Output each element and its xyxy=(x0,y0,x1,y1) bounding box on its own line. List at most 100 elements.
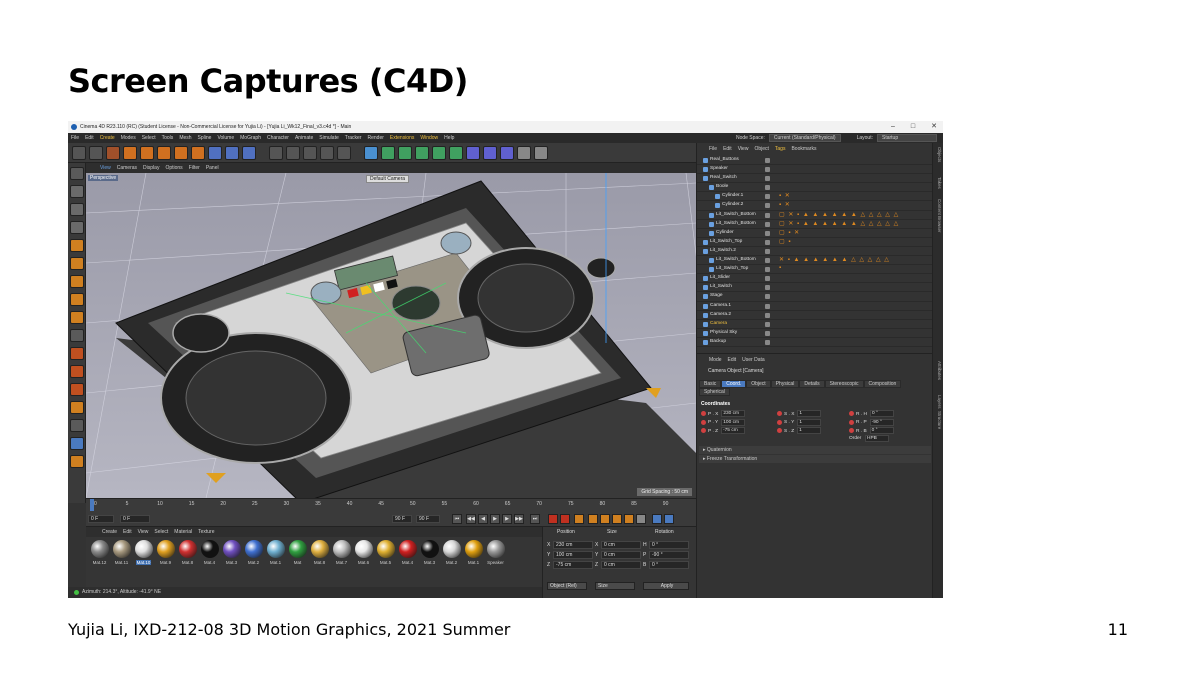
toolbar-tool-icon[interactable] xyxy=(534,146,548,160)
toolbar-tool-icon[interactable] xyxy=(364,146,378,160)
toolbar-tool-icon[interactable] xyxy=(191,146,205,160)
object-row[interactable]: Real_Switch xyxy=(697,174,933,184)
side-tab-attributes[interactable]: Attributes xyxy=(936,361,942,380)
object-row[interactable]: Lit_Slider xyxy=(697,274,933,284)
toolbar-tool-icon[interactable] xyxy=(466,146,480,160)
object-row[interactable]: Lit_Switch_Bottom ▢ ✕ ▪ ▲ ▲ ▲ ▲ ▲ ▲ △ △ △… xyxy=(697,211,933,220)
material-swatch[interactable]: Mat xyxy=(287,540,308,565)
material-preview[interactable] xyxy=(376,540,395,558)
material-menu-material[interactable]: Material xyxy=(174,529,192,535)
material-preview[interactable] xyxy=(156,540,175,558)
next-key-icon[interactable]: ▶▶ xyxy=(514,514,524,524)
visibility-toggle-icon[interactable] xyxy=(765,330,770,336)
autokey-icon[interactable] xyxy=(560,514,570,524)
tab-physical[interactable]: Physical xyxy=(770,380,800,388)
object-tags[interactable]: ▢ ▪ ✕ xyxy=(779,229,800,236)
object-menu-file[interactable]: File xyxy=(709,146,717,154)
mode-tool-icon[interactable] xyxy=(70,347,84,360)
keyframe-dot-icon[interactable] xyxy=(701,428,706,433)
visibility-toggle-icon[interactable] xyxy=(765,285,770,291)
visibility-toggle-icon[interactable] xyxy=(765,276,770,282)
toolbar-tool-icon[interactable] xyxy=(320,146,334,160)
object-tags[interactable]: ▢ ✕ ▪ ▲ ▲ ▲ ▲ ▲ ▲ △ △ △ △ △ xyxy=(779,211,899,218)
viewport-camera-select[interactable]: Default Camera xyxy=(366,175,410,183)
object-tags[interactable]: ▪ xyxy=(779,265,782,271)
menu-simulate[interactable]: Simulate xyxy=(319,135,338,141)
timeline-ruler[interactable]: 0 5 10 15 20 25 30 35 40 45 50 55 60 65 70 75 80 85 90 xyxy=(86,499,696,511)
menu-animate[interactable]: Animate xyxy=(295,135,313,141)
material-preview[interactable] xyxy=(486,540,505,558)
attribute-p-field[interactable]: 230 cm xyxy=(721,410,746,417)
object-name[interactable]: Stage xyxy=(710,293,723,298)
visibility-toggle-icon[interactable] xyxy=(765,230,770,236)
toolbar-tool-icon[interactable] xyxy=(106,146,120,160)
visibility-toggle-icon[interactable] xyxy=(765,248,770,254)
object-name[interactable]: Real_Switch xyxy=(710,175,737,180)
material-swatch[interactable]: Mat.2 xyxy=(243,540,264,565)
keyframe-dot-icon[interactable] xyxy=(701,419,706,425)
timeline-end2-field[interactable]: 90 F xyxy=(416,515,440,523)
attribute-s-field[interactable]: 1 xyxy=(797,418,822,426)
toolbar-tool-icon[interactable] xyxy=(157,146,171,160)
material-preview[interactable] xyxy=(90,540,109,558)
timeline-playhead[interactable] xyxy=(90,499,94,511)
layout-select[interactable]: Startup xyxy=(877,134,937,142)
visibility-toggle-icon[interactable] xyxy=(765,312,770,318)
tab-stereoscopic[interactable]: Stereoscopic xyxy=(824,380,864,388)
object-row[interactable]: Camera.1 xyxy=(697,302,933,311)
menu-tracker[interactable]: Tracker xyxy=(345,135,362,141)
freeze-transformation-group[interactable]: ▸ Freeze Transformation xyxy=(699,455,931,463)
mode-tool-icon[interactable] xyxy=(70,239,84,252)
close-icon[interactable]: ✕ xyxy=(931,121,937,133)
toolbar-tool-icon[interactable] xyxy=(337,146,351,160)
material-menu-create[interactable]: Create xyxy=(102,529,117,535)
keyframe-dot-icon[interactable] xyxy=(849,419,854,425)
keyframe-dot-icon[interactable] xyxy=(701,411,706,416)
node-space-select[interactable]: Current (Standard/Physical) xyxy=(768,134,841,142)
mode-tool-icon[interactable] xyxy=(70,419,84,432)
object-row[interactable]: Camera xyxy=(697,320,933,329)
coord-size-field[interactable]: 0 cm xyxy=(601,551,641,559)
visibility-toggle-icon[interactable] xyxy=(765,339,770,345)
menu-help[interactable]: Help xyxy=(444,135,454,141)
coord-position-field[interactable]: 230 cm xyxy=(553,541,593,549)
object-row[interactable]: Speaker xyxy=(697,165,933,175)
keyframe-dot-icon[interactable] xyxy=(849,411,854,416)
material-preview[interactable] xyxy=(288,540,307,558)
material-swatch[interactable]: Mat.7 xyxy=(331,540,352,565)
toolbar-tool-icon[interactable] xyxy=(140,146,154,160)
object-name[interactable]: Camera.2 xyxy=(710,312,731,317)
attribute-r-field[interactable]: 0 ° xyxy=(869,410,894,417)
mode-tool-icon[interactable] xyxy=(70,383,84,396)
menu-character[interactable]: Character xyxy=(267,135,289,141)
object-name[interactable]: Boole xyxy=(716,184,728,189)
attribute-menu-user-data[interactable]: User Data xyxy=(742,357,765,365)
key-rotation-icon[interactable] xyxy=(600,514,610,524)
material-swatch[interactable]: Mat.5 xyxy=(375,540,396,565)
visibility-toggle-icon[interactable] xyxy=(765,258,770,264)
object-name[interactable]: Lit_Switch_Bottom xyxy=(716,212,756,217)
record-icon[interactable] xyxy=(548,514,558,524)
object-name[interactable]: Cylinder.1 xyxy=(722,193,743,198)
object-name[interactable]: Physical Sky xyxy=(710,330,737,335)
mode-tool-icon[interactable] xyxy=(70,167,84,180)
material-preview[interactable] xyxy=(134,540,153,558)
material-preview[interactable] xyxy=(222,540,241,558)
object-name[interactable]: Lit_Switch_Top xyxy=(716,266,748,271)
object-row[interactable]: Lit_Switch.2 xyxy=(697,247,933,257)
toolbar-tool-icon[interactable] xyxy=(415,146,429,160)
attribute-p-field[interactable]: 100 cm xyxy=(721,418,746,426)
visibility-toggle-icon[interactable] xyxy=(765,194,770,200)
menu-window[interactable]: Window xyxy=(420,135,438,141)
object-name[interactable]: Lit_Switch_Bottom xyxy=(716,257,756,262)
mode-tool-icon[interactable] xyxy=(70,293,84,306)
toolbar-tool-icon[interactable] xyxy=(398,146,412,160)
toolbar-tool-icon[interactable] xyxy=(242,146,256,160)
coord-mode-select[interactable]: Object (Rel) xyxy=(547,582,587,590)
object-row[interactable]: Lit_Switch_Top ▢ ▪ xyxy=(697,238,933,247)
tab-object[interactable]: Object xyxy=(746,380,771,388)
key-position-icon[interactable] xyxy=(588,514,598,524)
object-name[interactable]: Real_Buttons xyxy=(710,157,739,162)
material-preview[interactable] xyxy=(464,540,483,558)
visibility-toggle-icon[interactable] xyxy=(765,203,770,209)
